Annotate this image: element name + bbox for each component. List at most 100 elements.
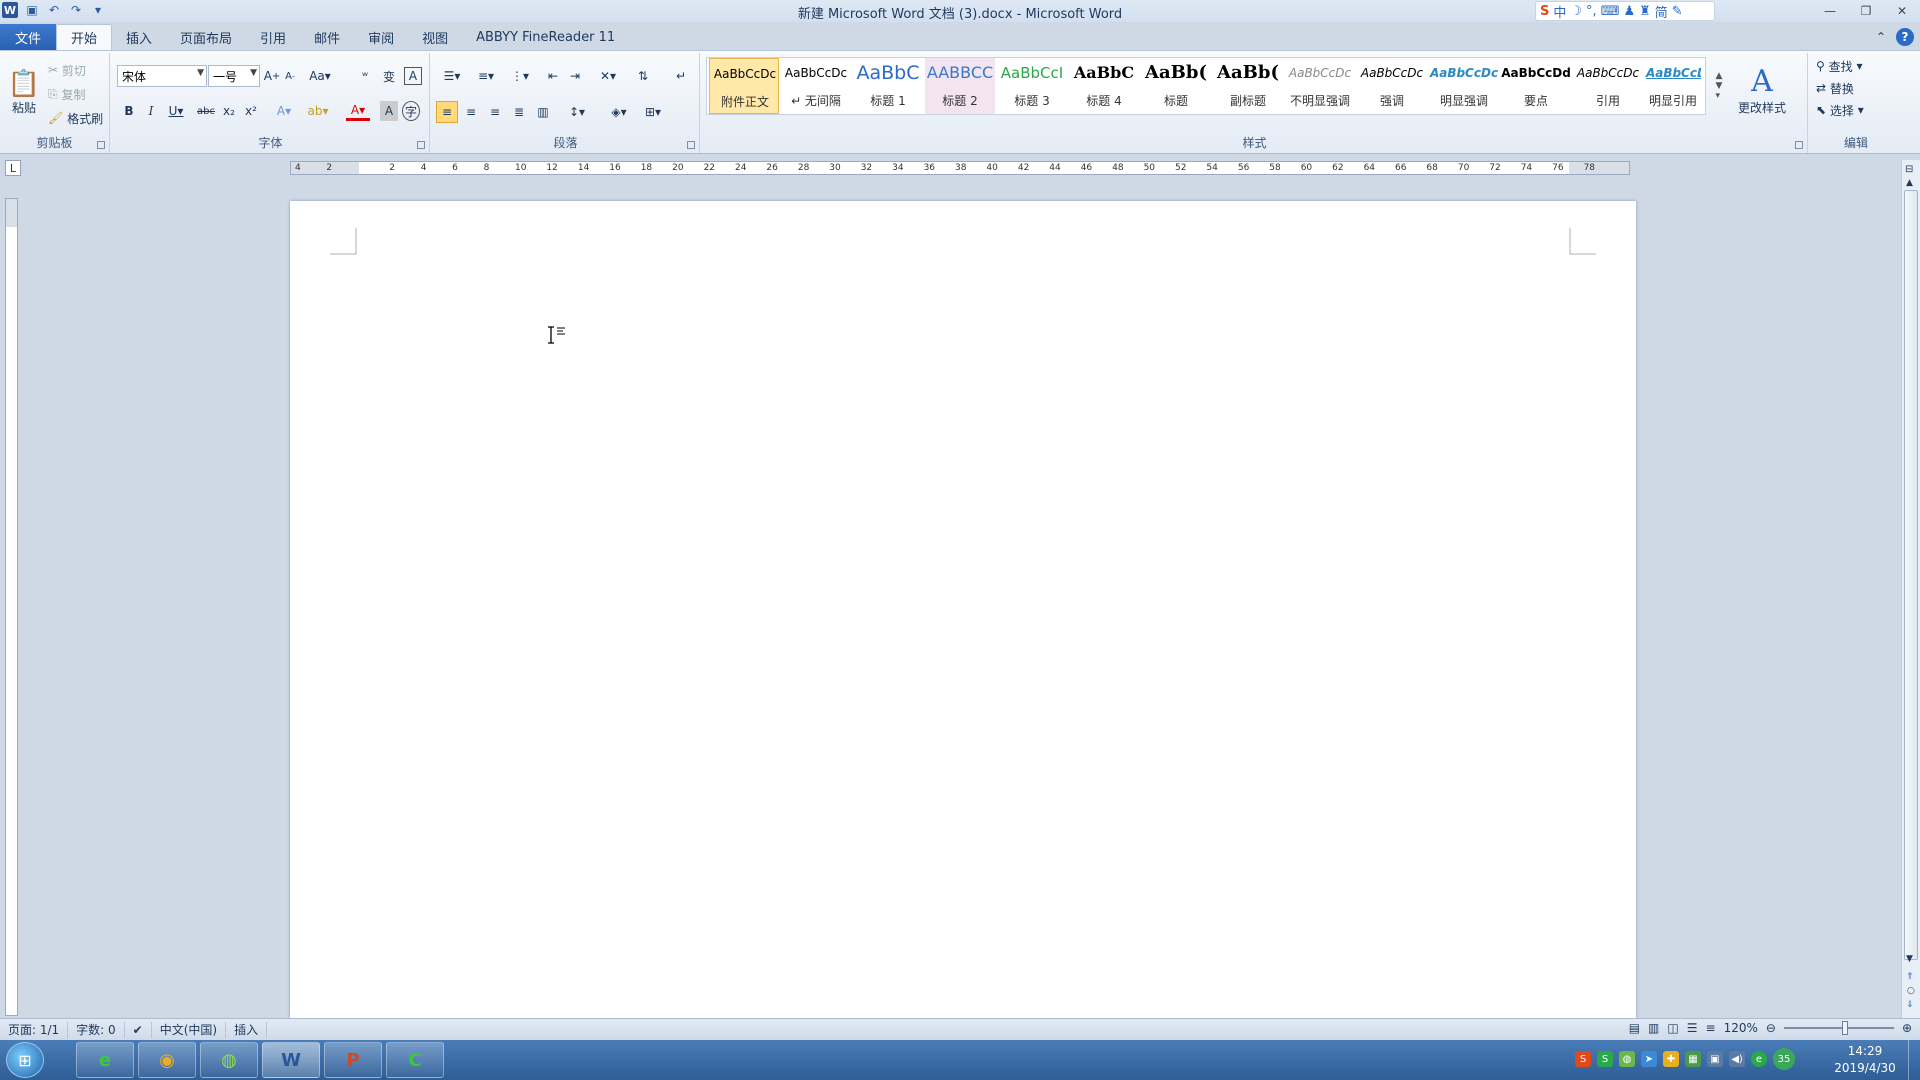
moon-icon[interactable]: ☽ <box>1570 4 1582 19</box>
status-mode[interactable]: 插入 <box>226 1021 268 1038</box>
style-gallery-scroll[interactable]: ▲ ▼ ▾ <box>1712 57 1726 115</box>
highlight-icon[interactable]: ab▾ <box>304 101 332 121</box>
character-shading-icon[interactable]: A <box>380 101 398 121</box>
character-border-icon[interactable]: 变 <box>380 67 398 85</box>
style-item[interactable]: AaBbCcDc 明显强调 <box>1429 58 1499 114</box>
style-item[interactable]: AaBbCcDd 要点 <box>1501 58 1571 114</box>
line-spacing-icon[interactable]: ↕▾ <box>562 101 592 123</box>
replace-button[interactable]: ⇄ 替换 <box>1816 79 1854 97</box>
print-layout-icon[interactable]: ▤ <box>1629 1021 1640 1035</box>
increase-indent-icon[interactable]: ⇥ <box>566 67 584 85</box>
change-case-icon[interactable]: Aa▾ <box>308 67 332 85</box>
change-styles-button[interactable]: A 更改样式 <box>1732 55 1792 125</box>
wrench-icon[interactable]: ✎ <box>1672 4 1683 19</box>
tab-view[interactable]: 视图 <box>408 24 462 50</box>
numbering-icon[interactable]: ≡▾ <box>472 67 500 85</box>
italic-icon[interactable]: I <box>142 101 160 121</box>
styles-launcher-icon[interactable] <box>1795 141 1803 149</box>
sogou-tray-icon[interactable]: S <box>1575 1051 1591 1067</box>
tab-file[interactable]: 文件 <box>0 24 56 50</box>
enclose-char-icon[interactable]: A <box>404 67 422 85</box>
style-item[interactable]: AaBbCcI 标题 3 <box>997 58 1067 114</box>
next-page-icon[interactable]: ⇓ <box>1906 1000 1914 1010</box>
scroll-up-icon[interactable]: ▲ <box>1906 178 1913 188</box>
horizontal-ruler[interactable]: 4 2 2 4 6 8 10 12 14 16 18 20 22 24 26 28 30 32 34 36 38 40 42… <box>290 161 1630 175</box>
tab-abbyy[interactable]: ABBYY FineReader 11 <box>462 24 629 50</box>
zoom-slider[interactable] <box>1783 1021 1894 1035</box>
close-icon[interactable]: ✕ <box>1884 0 1920 22</box>
superscript-icon[interactable]: x² <box>242 101 260 121</box>
tab-review[interactable]: 审阅 <box>354 24 408 50</box>
punct-icon[interactable]: °, <box>1586 4 1597 19</box>
zoom-out-icon[interactable]: ⊖ <box>1766 1021 1776 1035</box>
tray-grid-icon[interactable]: ▦ <box>1685 1051 1701 1067</box>
system-clock[interactable]: 14:29 2019/4/30 <box>1830 1043 1900 1077</box>
scroll-thumb[interactable] <box>1904 190 1918 960</box>
font-family-select[interactable]: 宋体 ▼ <box>117 65 207 87</box>
style-item[interactable]: AaBbCcDc 不明显强调 <box>1285 58 1355 114</box>
borders-icon[interactable]: ⊞▾ <box>638 101 668 123</box>
underline-icon[interactable]: U▾ <box>164 101 188 121</box>
align-right-icon[interactable]: ≡ <box>484 101 506 123</box>
find-button[interactable]: ⚲ 查找 ▾ <box>1816 57 1862 75</box>
format-painter-button[interactable]: 🖌 格式刷 <box>48 109 103 127</box>
tray-app-icon[interactable]: S <box>1597 1051 1613 1067</box>
tray-bird-icon[interactable]: ➤ <box>1641 1051 1657 1067</box>
tray-security-icon[interactable]: ✚ <box>1663 1051 1679 1067</box>
taskbar-camtasia-icon[interactable]: C <box>386 1042 444 1078</box>
outline-icon[interactable]: ☰ <box>1687 1021 1698 1035</box>
distributed-icon[interactable]: ▥ <box>532 101 554 123</box>
volume-icon[interactable]: ◀) <box>1729 1051 1745 1067</box>
taskbar-wechat-icon[interactable]: ◍ <box>200 1042 258 1078</box>
sort-icon[interactable]: ⇅ <box>634 67 652 85</box>
zoom-level[interactable]: 120% <box>1724 1021 1758 1035</box>
tab-references[interactable]: 引用 <box>246 24 300 50</box>
network-icon[interactable]: ▣ <box>1707 1051 1723 1067</box>
select-button[interactable]: ⬉ 选择 ▾ <box>1816 101 1864 119</box>
style-item[interactable]: AaBb(副标题 <box>1213 58 1283 114</box>
paragraph-launcher-icon[interactable] <box>687 141 695 149</box>
zoom-slider-knob[interactable] <box>1841 1021 1848 1035</box>
font-color-icon[interactable]: A▾ <box>346 101 370 121</box>
style-item[interactable]: AABBCC 标题 2 <box>925 58 995 114</box>
status-words[interactable]: 字数: 0 <box>68 1021 125 1038</box>
tray-badge[interactable]: 35 <box>1773 1048 1795 1070</box>
tab-selector[interactable]: L <box>5 160 21 176</box>
style-item[interactable]: AaBbCcDc 附件正文 <box>709 58 779 114</box>
ime-lang[interactable]: 中 <box>1553 2 1566 21</box>
scroll-down-icon[interactable]: ▼ <box>1906 954 1913 964</box>
style-item[interactable]: AaBbCcDc 强调 <box>1357 58 1427 114</box>
skin-icon[interactable]: ♜ <box>1639 4 1651 19</box>
style-item[interactable]: AaBbC 标题 1 <box>853 58 923 114</box>
phonetic-icon[interactable]: ʷ <box>356 67 374 85</box>
paste-button[interactable]: 📋 粘贴 <box>6 57 42 127</box>
taskbar-chrome-icon[interactable]: ◉ <box>138 1042 196 1078</box>
zoom-in-icon[interactable]: ⊕ <box>1902 1021 1912 1035</box>
taskbar-browser-360-icon[interactable]: e <box>76 1042 134 1078</box>
tab-home[interactable]: 开始 <box>56 24 113 50</box>
align-center-icon[interactable]: ≡ <box>460 101 482 123</box>
strikethrough-icon[interactable]: abc <box>196 101 216 121</box>
font-launcher-icon[interactable] <box>417 141 425 149</box>
document-page[interactable] <box>290 201 1636 1019</box>
bullets-icon[interactable]: ☰▾ <box>438 67 466 85</box>
chinese-layout-icon[interactable]: ✕▾ <box>594 67 622 85</box>
keyboard-icon[interactable]: ⌨ <box>1601 4 1620 19</box>
sogou-ime-toolbar[interactable]: S 中 ☽ °, ⌨ ♟ ♜ 简 ✎ <box>1535 1 1715 21</box>
style-item[interactable]: AaBbCcDc 明显引用 <box>1645 58 1701 114</box>
decrease-indent-icon[interactable]: ⇤ <box>544 67 562 85</box>
browse-object-icon[interactable]: ○ <box>1907 986 1915 996</box>
tab-page-layout[interactable]: 页面布局 <box>166 24 246 50</box>
font-size-select[interactable]: 一号 ▼ <box>208 65 260 87</box>
user-icon[interactable]: ♟ <box>1623 4 1635 19</box>
show-marks-icon[interactable]: ↵ <box>672 67 690 85</box>
taskbar-powerpoint-icon[interactable]: P <box>324 1042 382 1078</box>
multilevel-list-icon[interactable]: ⋮▾ <box>506 67 534 85</box>
ime-mode[interactable]: 简 <box>1655 2 1668 21</box>
draft-icon[interactable]: ≡ <box>1706 1021 1716 1035</box>
text-effects-icon[interactable]: A▾ <box>272 101 296 121</box>
prev-page-icon[interactable]: ⇑ <box>1906 972 1914 982</box>
style-item[interactable]: AaBbCcDc 引用 <box>1573 58 1643 114</box>
show-desktop-button[interactable] <box>1908 1040 1920 1080</box>
justify-icon[interactable]: ≣ <box>508 101 530 123</box>
